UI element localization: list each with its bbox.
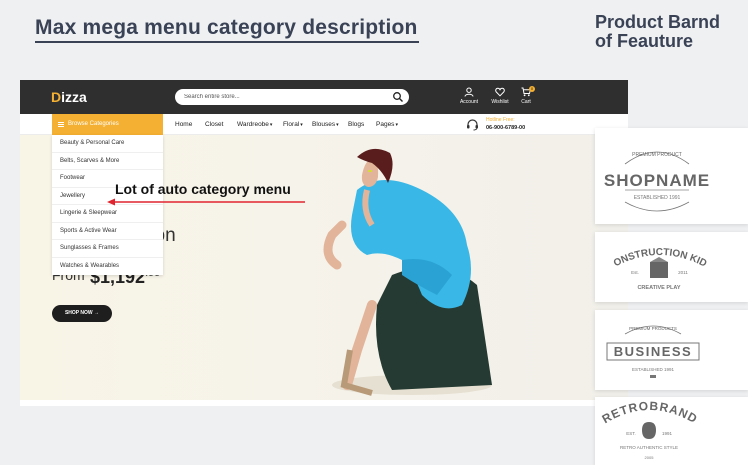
brand-name: BUSINESS <box>614 344 692 359</box>
brand-extra-text: 2005 <box>645 455 655 460</box>
nav-item-label: Blogs <box>348 121 365 128</box>
shop-now-label: SHOP NOW <box>64 310 93 316</box>
shop-now-button[interactable]: SHOP NOW → <box>52 305 112 322</box>
cart-link[interactable]: 0 Cart <box>509 86 543 105</box>
brand-year-value: 1991 <box>662 431 673 436</box>
nav-item-label: Home <box>175 121 193 128</box>
hotline-label: Hotline Free: <box>486 117 515 123</box>
account-label: Account <box>459 99 479 105</box>
category-item[interactable]: Belts, Scarves & More <box>52 153 163 170</box>
nav-item-wardreobe[interactable]: Wardreobe▾ <box>237 114 272 136</box>
brand-card-retrobrand: RETROBRAND EST. 1991 RETRO AUTHENTIC STY… <box>595 397 748 465</box>
nav-item-pages[interactable]: Pages▾ <box>376 114 398 136</box>
brand-year-label: EST. <box>626 431 636 436</box>
nav-item-label: Floral <box>283 121 300 128</box>
brand-bottom-text: RETRO AUTHENTIC STYLE <box>620 445 678 450</box>
nav-item-label: Wardreobe <box>237 121 269 128</box>
heart-icon <box>495 87 505 97</box>
brand-top-text: PREMIUM PRODUCT <box>632 152 682 158</box>
headset-icon <box>467 119 478 131</box>
menu-icon <box>58 122 64 127</box>
nav-item-blogs[interactable]: Blogs <box>348 114 364 135</box>
user-icon <box>464 87 474 97</box>
shopname-logo: PREMIUM PRODUCT SHOPNAME ESTABLISHED 199… <box>604 151 710 212</box>
nav-item-label: Blouses <box>312 121 336 128</box>
hotline-number[interactable]: 06-900-6789-00 <box>486 125 525 131</box>
construction-kids-logo: CONSTRUCTION KIDS Est. 2011 CREATIVE PLA… <box>595 232 708 291</box>
brand-top-text: PREMIUM PRODUCTS <box>629 326 677 331</box>
cart-count-badge: 0 <box>529 86 535 92</box>
annotation-arrow <box>107 198 305 206</box>
logo-mark: D <box>51 89 62 105</box>
brand-year-label: Est. <box>631 270 639 275</box>
brand-card-business: PREMIUM PRODUCTS BUSINESS ESTABLISHED 19… <box>595 310 748 390</box>
header-bar: Dizza Account Wishlist 0 Cart <box>20 80 628 114</box>
category-item[interactable]: Sports & Active Wear <box>52 223 163 240</box>
arrow-right-icon: → <box>94 310 100 316</box>
logo-text: izza <box>61 89 87 105</box>
headline-underline <box>35 41 419 43</box>
brand-section-title-line-2: of Feauture <box>595 31 694 51</box>
business-logo: PREMIUM PRODUCTS BUSINESS ESTABLISHED 19… <box>606 325 700 378</box>
chevron-down-icon: ▾ <box>395 122 398 128</box>
nav-item-closet[interactable]: Closet <box>205 114 223 135</box>
category-item[interactable]: Lingerie & Sleepwear <box>52 205 163 223</box>
brand-card-shopname: PREMIUM PRODUCT SHOPNAME ESTABLISHED 199… <box>595 128 748 224</box>
brand-card-construction-kids: CONSTRUCTION KIDS Est. 2011 CREATIVE PLA… <box>595 232 748 302</box>
nav-item-label: Pages <box>376 121 395 128</box>
browse-categories-label: Browse Categories <box>68 121 119 127</box>
hero-bottom-strip <box>20 400 628 406</box>
category-item[interactable]: Watches & Wearables <box>52 258 163 276</box>
category-item[interactable]: Sunglasses & Frames <box>52 240 163 258</box>
cart-label: Cart <box>521 99 531 105</box>
retrobrand-logo: RETROBRAND EST. 1991 RETRO AUTHENTIC STY… <box>600 399 700 460</box>
brand-section-title-line-1: Product Barnd <box>595 12 721 32</box>
chevron-down-icon: ▾ <box>300 122 303 128</box>
brand-bottom-text: ESTABLISHED 1991 <box>632 367 674 372</box>
account-link[interactable]: Account <box>452 87 486 105</box>
wishlist-label: Wishlist <box>491 99 509 105</box>
chevron-down-icon: ▾ <box>336 122 339 128</box>
nav-item-label: Closet <box>205 121 224 128</box>
nav-item-blouses[interactable]: Blouses▾ <box>312 114 339 136</box>
brand-year-value: 2011 <box>678 270 688 275</box>
search-input[interactable] <box>175 89 409 105</box>
annotation-label: Lot of auto category menu <box>115 181 291 197</box>
browse-categories-button[interactable]: Browse Categories <box>52 114 163 135</box>
page-headline: Max mega menu category description <box>35 16 418 39</box>
brand-bottom-text: CREATIVE PLAY <box>637 285 680 291</box>
search-icon[interactable] <box>392 91 404 103</box>
category-item[interactable]: Beauty & Personal Care <box>52 135 163 153</box>
main-navigation: Browse Categories Home Closet Wardreobe▾… <box>20 114 628 135</box>
brand-section-title: Product Barnd of Feauture <box>595 13 720 51</box>
nav-item-floral[interactable]: Floral▾ <box>283 114 303 136</box>
store-logo[interactable]: Dizza <box>51 89 87 105</box>
brand-name: SHOPNAME <box>604 171 710 190</box>
hero-model-image <box>323 148 492 396</box>
chevron-down-icon: ▾ <box>269 122 273 128</box>
brand-bottom-text: ESTABLISHED 1991 <box>634 195 681 201</box>
nav-item-home[interactable]: Home <box>175 114 192 135</box>
